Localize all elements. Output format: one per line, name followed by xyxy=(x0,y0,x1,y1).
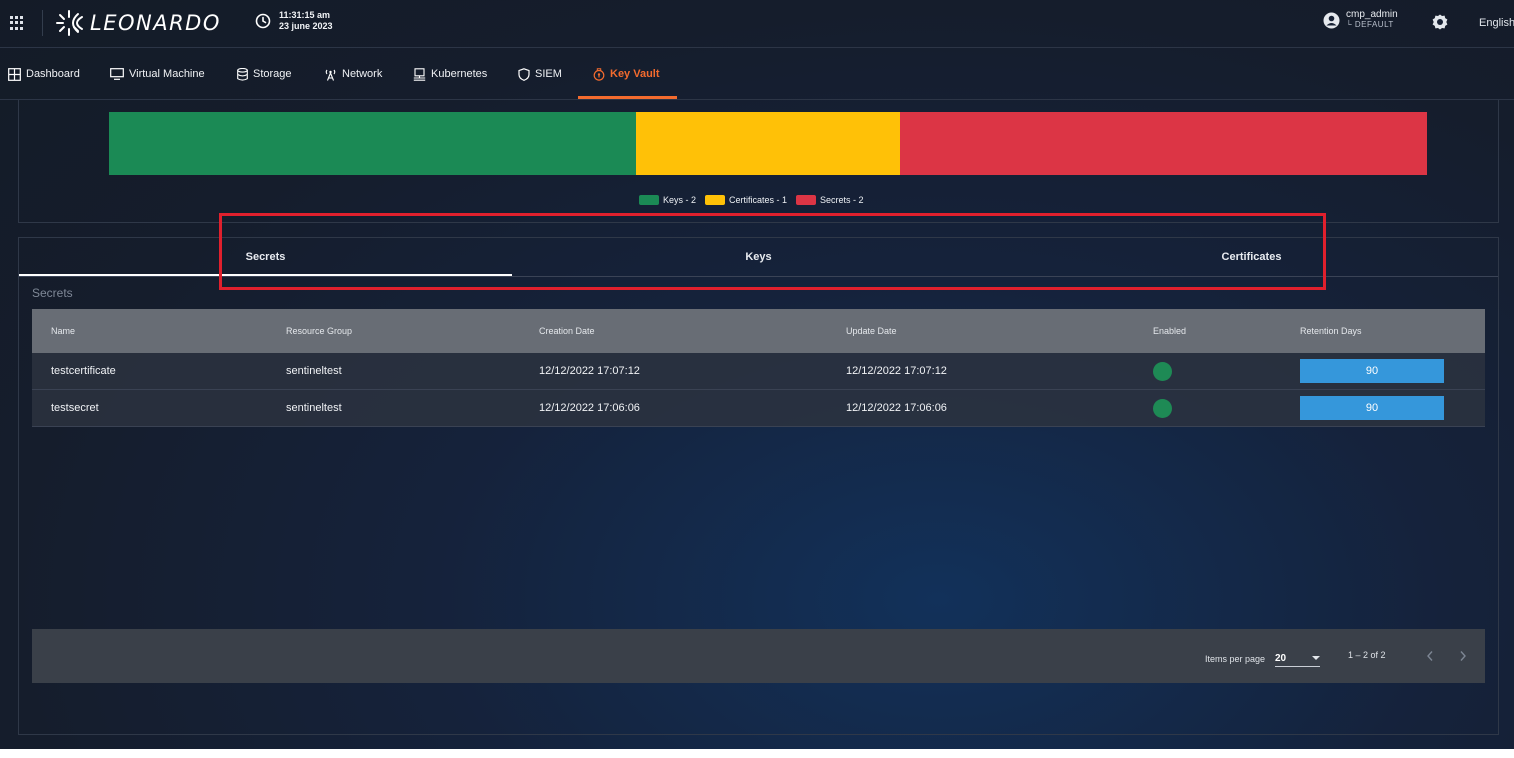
enabled-status-dot xyxy=(1153,398,1172,418)
top-bar: LEONARDO 11:31:15 am 23 june 2023 cmp_ad… xyxy=(0,0,1514,48)
logo-text: LEONARDO xyxy=(90,11,221,35)
legend-swatch xyxy=(705,195,726,205)
nav-item-virtual-machine[interactable]: Virtual Machine xyxy=(110,49,205,99)
cell-retention-days: 90 xyxy=(1300,390,1444,426)
previous-page-button[interactable] xyxy=(1420,646,1440,666)
main-nav: Dashboard Virtual Machine Storage Networ… xyxy=(0,49,1514,100)
nav-label: Storage xyxy=(253,68,292,80)
user-tenant: └ DEFAULT xyxy=(1346,20,1394,29)
table-row[interactable]: testsecret sentineltest 12/12/2022 17:06… xyxy=(32,390,1485,427)
apps-grid-icon[interactable] xyxy=(10,16,24,30)
nav-label: Key Vault xyxy=(610,68,660,80)
nav-item-kubernetes[interactable]: Kubernetes xyxy=(413,49,487,99)
tab-label: Keys xyxy=(745,251,772,263)
paginator: Items per page 20 1 – 2 of 2 xyxy=(32,629,1485,683)
antenna-icon xyxy=(325,69,336,81)
items-per-page-value: 20 xyxy=(1275,653,1287,664)
legend-swatch xyxy=(639,195,659,205)
user-avatar-icon xyxy=(1323,12,1340,28)
enabled-status-dot xyxy=(1153,361,1172,381)
cell-creation-date: 12/12/2022 17:07:12 xyxy=(539,365,640,377)
nav-label: Virtual Machine xyxy=(129,68,205,80)
clock-time: 11:31:15 am xyxy=(279,10,331,20)
cell-enabled xyxy=(1153,390,1172,426)
bar-segment-secrets xyxy=(899,112,1427,175)
legend-label: Keys - 2 xyxy=(663,195,697,205)
nav-item-storage[interactable]: Storage xyxy=(237,49,292,99)
nav-item-siem[interactable]: SIEM xyxy=(518,49,562,99)
column-header-update-date[interactable]: Update Date xyxy=(846,309,897,353)
retention-days-badge[interactable]: 90 xyxy=(1300,396,1444,420)
bar-segment-certificates xyxy=(636,112,900,175)
monitor-icon xyxy=(110,68,124,80)
app-window: LEONARDO 11:31:15 am 23 june 2023 cmp_ad… xyxy=(0,0,1514,749)
database-icon xyxy=(237,67,248,81)
settings-gear-icon[interactable] xyxy=(1431,13,1449,36)
column-header-resource-group[interactable]: Resource Group xyxy=(286,309,352,353)
clock: 11:31:15 am 23 june 2023 xyxy=(255,10,333,32)
legend-label: Secrets - 2 xyxy=(820,195,864,205)
key-vault-icon xyxy=(593,67,605,81)
user-name: cmp_admin xyxy=(1346,9,1398,20)
nav-label: Network xyxy=(342,68,383,80)
nav-item-dashboard[interactable]: Dashboard xyxy=(8,49,80,99)
tab-label: Secrets xyxy=(245,251,286,263)
nav-item-key-vault[interactable]: Key Vault xyxy=(593,49,660,99)
tab-bar: Secrets Keys Certificates xyxy=(19,238,1498,277)
column-header-enabled[interactable]: Enabled xyxy=(1153,309,1186,353)
items-per-page-label: Items per page xyxy=(1205,654,1266,664)
shield-icon xyxy=(518,67,530,81)
tab-label: Certificates xyxy=(1221,251,1282,263)
section-title: Secrets xyxy=(32,286,73,300)
next-page-button[interactable] xyxy=(1453,646,1473,666)
chevron-left-icon xyxy=(1427,651,1433,661)
legend-item-certificates: Certificates - 1 xyxy=(705,195,787,205)
cell-name: testsecret xyxy=(51,402,99,414)
column-header-creation-date[interactable]: Creation Date xyxy=(539,309,595,353)
leonardo-logo-icon xyxy=(56,10,83,36)
legend-label: Certificates - 1 xyxy=(729,195,788,205)
dashboard-icon xyxy=(8,67,21,81)
cell-resource-group: sentineltest xyxy=(286,365,342,377)
table-row[interactable]: testcertificate sentineltest 12/12/2022 … xyxy=(32,353,1485,390)
nav-label: Kubernetes xyxy=(431,68,488,80)
page-range: 1 – 2 of 2 xyxy=(1348,650,1386,660)
bar-segment-keys xyxy=(109,112,637,175)
tab-keys[interactable]: Keys xyxy=(512,238,1005,276)
table-header: Name Resource Group Creation Date Update… xyxy=(32,309,1485,353)
cell-enabled xyxy=(1153,353,1172,389)
column-header-name[interactable]: Name xyxy=(51,309,75,353)
active-tab-indicator xyxy=(19,274,512,276)
cell-update-date: 12/12/2022 17:06:06 xyxy=(846,402,947,414)
cell-update-date: 12/12/2022 17:07:12 xyxy=(846,365,947,377)
tab-secrets[interactable]: Secrets xyxy=(19,238,512,276)
cell-name: testcertificate xyxy=(51,365,116,377)
cell-creation-date: 12/12/2022 17:06:06 xyxy=(539,402,640,414)
nav-label: SIEM xyxy=(535,68,562,80)
legend-item-secrets: Secrets - 2 xyxy=(796,195,864,205)
clock-date: 23 june 2023 xyxy=(279,21,333,31)
cell-resource-group: sentineltest xyxy=(286,402,342,414)
items-per-page-select[interactable]: 20 xyxy=(1275,647,1320,667)
kubernetes-icon xyxy=(413,67,426,81)
summary-legend: Keys - 2 Certificates - 1 Secrets - 2 xyxy=(639,195,873,205)
language-selector[interactable]: English xyxy=(1479,17,1514,29)
legend-item-keys: Keys - 2 xyxy=(639,195,696,205)
retention-days-badge[interactable]: 90 xyxy=(1300,359,1444,383)
tab-certificates[interactable]: Certificates xyxy=(1005,238,1498,276)
column-header-retention-days[interactable]: Retention Days xyxy=(1300,309,1362,353)
chevron-right-icon xyxy=(1460,651,1466,661)
summary-bar xyxy=(109,112,1427,175)
chevron-down-icon xyxy=(1312,656,1320,660)
divider xyxy=(42,10,43,36)
user-menu[interactable]: cmp_admin └ DEFAULT xyxy=(1323,10,1398,30)
nav-label: Dashboard xyxy=(26,68,80,80)
legend-swatch xyxy=(796,195,817,205)
clock-icon xyxy=(255,13,271,29)
active-nav-indicator xyxy=(578,96,677,99)
nav-item-network[interactable]: Network xyxy=(324,49,382,99)
logo: LEONARDO xyxy=(54,7,221,39)
cell-retention-days: 90 xyxy=(1300,353,1444,389)
